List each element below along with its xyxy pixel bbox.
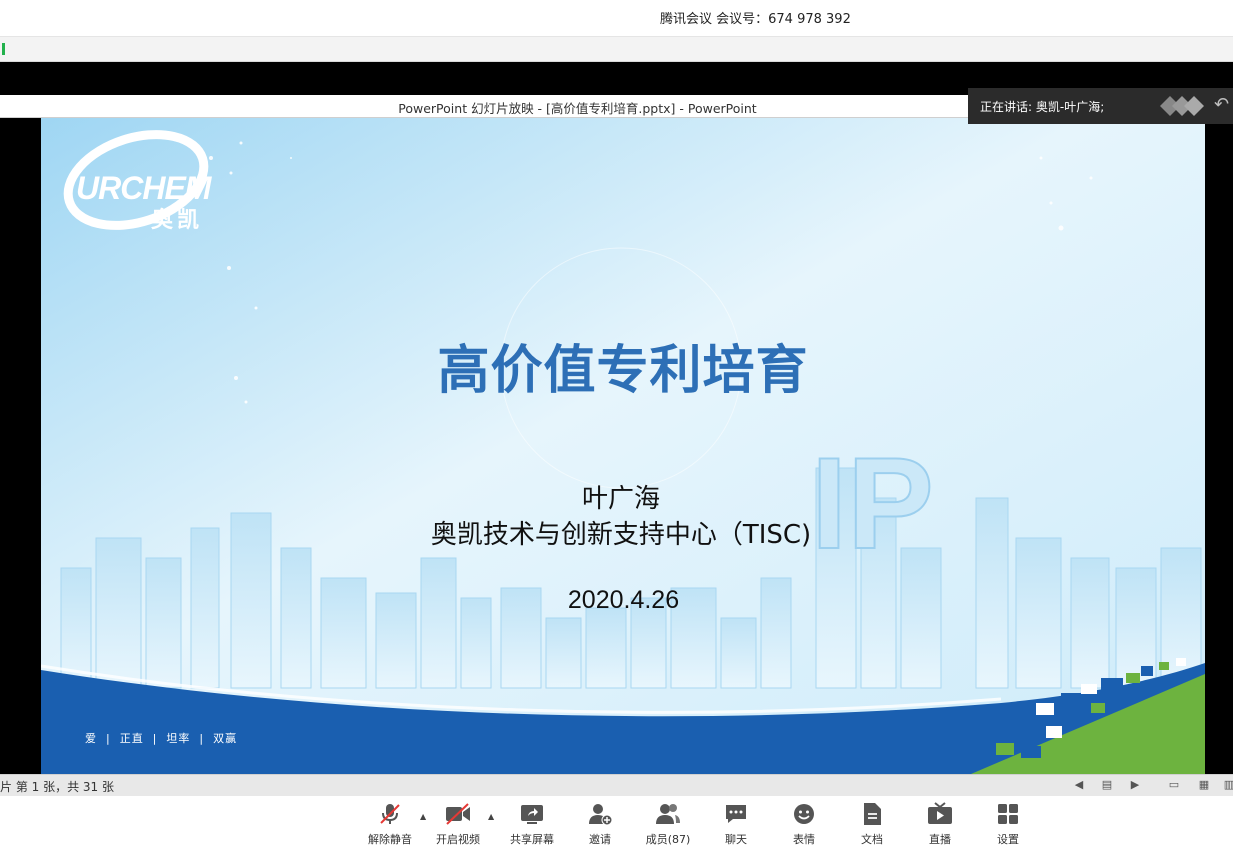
previous-slide-icon[interactable]: ◀ [1072,778,1086,792]
slide-sorter-icon[interactable]: ▦ [1197,778,1211,792]
speaker-avatars-icon [1160,96,1204,116]
live-label: 直播 [929,833,951,846]
speaking-label: 正在讲话: 奥凯-叶广海; [980,100,1105,114]
settings-label: 设置 [997,833,1019,846]
share-screen-button[interactable]: 共享屏幕 [500,802,564,850]
slide-counter: 片 第 1 张，共 31 张 [0,780,114,794]
docs-label: 文档 [861,833,883,846]
share-screen-label: 共享屏幕 [510,833,554,846]
meeting-title-bar: 腾讯会议 会议号：674 978 392 [0,0,1233,37]
invite-user-icon [589,804,613,826]
settings-grid-icon [998,804,1018,824]
unmute-label: 解除静音 [368,833,412,846]
slide-organization: 奥凯技术与创新支持中心（TISC) [430,520,812,550]
meeting-toolbar: 解除静音 ▲ 开启视频 ▲ 共享屏幕 邀请 成员(87) 聊天 表情 文档 直播… [0,796,1233,851]
signal-indicator [2,43,5,55]
slide-title: 高价值专利培育 [437,341,809,401]
powerpoint-status-bar: 片 第 1 张，共 31 张 ◀ ▤ ▶ ▭ ▦ ▥ [0,774,1233,797]
normal-view-icon[interactable]: ▭ [1167,778,1181,792]
next-slide-icon[interactable]: ▶ [1128,778,1142,792]
camera-off-icon [446,803,470,825]
start-video-button[interactable]: 开启视频 [426,802,490,850]
video-options-icon[interactable]: ▲ [488,812,494,821]
logo-chinese: 奥凯 [151,207,204,232]
invite-label: 邀请 [589,833,611,846]
slide-motto: 爱 | 正直 | 坦率 | 双赢 [85,732,238,745]
live-tv-icon [928,802,952,824]
unmute-button[interactable]: 解除静音 [358,802,422,850]
slide-date: 2020.4.26 [567,586,680,614]
share-screen-icon [521,805,543,824]
meeting-title: 腾讯会议 会议号：674 978 392 [660,12,851,27]
members-icon [656,804,680,824]
docs-button[interactable]: 文档 [840,802,904,850]
slide: IP URCHEM 奥凯 高价值专利培育 叶广海 奥凯技术与创新支持中心（TIS… [41,118,1205,774]
chat-label: 聊天 [725,833,747,846]
microphone-muted-icon [380,804,400,824]
slide-menu-icon[interactable]: ▤ [1100,778,1114,792]
speaking-indicator: 正在讲话: 奥凯-叶广海; ↶ [968,88,1233,124]
emoji-label: 表情 [793,833,815,846]
document-icon [864,803,881,825]
settings-button[interactable]: 设置 [976,802,1040,850]
chat-icon [726,805,746,823]
members-button[interactable]: 成员(87) [636,802,700,850]
chat-button[interactable]: 聊天 [704,802,768,850]
slide-background: IP [41,118,1205,774]
invite-button[interactable]: 邀请 [568,802,632,850]
reading-view-icon[interactable]: ▥ [1222,778,1233,792]
start-video-label: 开启视频 [436,833,480,846]
live-button[interactable]: 直播 [908,802,972,850]
members-label: 成员(87) [645,833,691,846]
emoji-button[interactable]: 表情 [772,802,836,850]
emoji-icon [794,804,814,824]
meeting-sub-bar [0,37,1233,62]
slide-author: 叶广海 [581,484,660,514]
collapse-icon[interactable]: ↶ [1214,94,1229,115]
